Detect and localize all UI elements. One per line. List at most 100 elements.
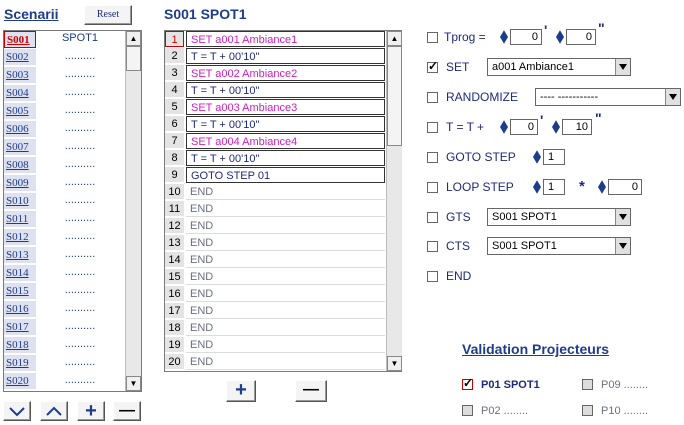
step-command[interactable]: T = T + 00'10"	[186, 150, 385, 166]
step-command[interactable]: T = T + 00'10"	[186, 82, 385, 98]
scroll-down-arrow-icon[interactable]: ▼	[126, 376, 141, 391]
scenario-row[interactable]: S019..........	[4, 355, 123, 372]
step-command[interactable]: END	[186, 320, 385, 336]
step-row[interactable]: 7 SET a004 Ambiance4	[165, 133, 385, 149]
scenario-name[interactable]: ..........	[37, 373, 123, 390]
spin-up-icon[interactable]	[500, 120, 508, 127]
scenario-code[interactable]: S001	[4, 31, 36, 48]
add-step-button[interactable]: +	[226, 380, 256, 402]
step-row[interactable]: 10 END	[165, 184, 385, 200]
scenario-name[interactable]: ..........	[37, 175, 123, 192]
step-row[interactable]: 15 END	[165, 269, 385, 285]
scenario-row[interactable]: S009..........	[4, 175, 123, 192]
loop-step-checkbox[interactable]	[427, 182, 438, 193]
scenario-code[interactable]: S017	[4, 319, 36, 336]
goto-step-spinner[interactable]	[533, 149, 541, 165]
scenario-row[interactable]: S001 SPOT1	[4, 31, 123, 48]
cts-checkbox[interactable]	[427, 241, 438, 252]
scenario-code[interactable]: S019	[4, 355, 36, 372]
step-command[interactable]: END	[186, 252, 385, 268]
reset-button[interactable]: Reset	[84, 5, 132, 25]
scenario-row[interactable]: S017..........	[4, 319, 123, 336]
scenario-name[interactable]: ..........	[37, 157, 123, 174]
step-command[interactable]: GOTO STEP 01	[186, 167, 385, 183]
remove-scenario-button[interactable]: —	[113, 401, 141, 421]
step-row[interactable]: 12 END	[165, 218, 385, 234]
scenario-name[interactable]: ..........	[37, 355, 123, 372]
step-command[interactable]: END	[186, 337, 385, 353]
scenario-row[interactable]: S014..........	[4, 265, 123, 282]
scenario-name[interactable]: ..........	[37, 85, 123, 102]
steps-list[interactable]: 1 SET a001 Ambiance1 2 T = T + 00'10" 3 SET a…	[164, 30, 402, 372]
scenario-code[interactable]: S012	[4, 229, 36, 246]
tprog-min-input[interactable]: 0	[510, 29, 542, 45]
scenario-row[interactable]: S005..........	[4, 103, 123, 120]
step-row[interactable]: 2T = T + 00'10"	[165, 48, 385, 64]
gts-checkbox[interactable]	[427, 212, 438, 223]
step-row[interactable]: 6T = T + 00'10"	[165, 116, 385, 132]
step-command[interactable]: SET a004 Ambiance4	[186, 133, 385, 149]
scenario-name[interactable]: ..........	[37, 283, 123, 300]
tprog-sec-input[interactable]: 0	[566, 29, 596, 45]
loop-times-input[interactable]: 0	[608, 179, 642, 195]
step-row[interactable]: 13 END	[165, 235, 385, 251]
set-ambiance-select[interactable]: a001 Ambiance1	[487, 58, 631, 76]
spin-down-icon[interactable]	[556, 37, 564, 44]
goto-step-checkbox[interactable]	[427, 152, 438, 163]
step-row[interactable]: 19 END	[165, 337, 385, 353]
scroll-up-arrow-icon[interactable]: ▲	[387, 31, 402, 46]
t-plus-sec-spinner[interactable]	[552, 119, 560, 135]
spin-up-icon[interactable]	[533, 180, 541, 187]
spin-down-icon[interactable]	[533, 187, 541, 194]
scroll-thumb[interactable]	[387, 46, 402, 146]
scenario-name[interactable]: ..........	[37, 211, 123, 228]
scenario-row[interactable]: S018..........	[4, 337, 123, 354]
step-row[interactable]: 1 SET a001 Ambiance1	[165, 31, 385, 47]
projector-p10-checkbox[interactable]	[582, 405, 593, 416]
step-row[interactable]: 5 SET a003 Ambiance3	[165, 99, 385, 115]
spin-down-icon[interactable]	[500, 37, 508, 44]
tprog-min-spinner[interactable]	[500, 29, 508, 45]
scenario-row[interactable]: S002..........	[4, 49, 123, 66]
end-checkbox[interactable]	[427, 271, 438, 282]
scenario-scrollbar[interactable]: ▲ ▼	[125, 31, 141, 391]
loop-step-input[interactable]: 1	[543, 179, 565, 195]
scenario-code[interactable]: S015	[4, 283, 36, 300]
step-row[interactable]: 17 END	[165, 303, 385, 319]
scenario-list[interactable]: S001 SPOT1 S002.......... S003.......... S00…	[3, 30, 142, 392]
scenario-row[interactable]: S016..........	[4, 301, 123, 318]
add-scenario-button[interactable]: +	[77, 401, 105, 421]
scenario-name[interactable]: ..........	[37, 67, 123, 84]
cts-select[interactable]: S001 SPOT1	[487, 237, 631, 255]
scroll-down-arrow-icon[interactable]: ▼	[387, 356, 402, 371]
spin-up-icon[interactable]	[598, 180, 606, 187]
spin-up-icon[interactable]	[552, 120, 560, 127]
step-command[interactable]: END	[186, 286, 385, 302]
move-down-button[interactable]	[3, 401, 31, 421]
t-plus-checkbox[interactable]	[427, 122, 438, 133]
scenario-name[interactable]: ..........	[37, 121, 123, 138]
scenario-code[interactable]: S020	[4, 373, 36, 390]
scroll-up-arrow-icon[interactable]: ▲	[126, 31, 141, 46]
scenario-row[interactable]: S013..........	[4, 247, 123, 264]
step-command[interactable]: END	[186, 218, 385, 234]
spin-down-icon[interactable]	[552, 127, 560, 134]
step-row[interactable]: 4T = T + 00'10"	[165, 82, 385, 98]
scenario-name[interactable]: ..........	[37, 193, 123, 210]
scenario-row[interactable]: S004..........	[4, 85, 123, 102]
step-command[interactable]: END	[186, 354, 385, 370]
chevron-down-icon[interactable]	[615, 209, 630, 225]
spin-up-icon[interactable]	[500, 30, 508, 37]
scenario-row[interactable]: S012..........	[4, 229, 123, 246]
spin-up-icon[interactable]	[556, 30, 564, 37]
chevron-down-icon[interactable]	[665, 89, 680, 105]
randomize-select[interactable]: ---- -----------	[535, 88, 681, 106]
scenario-name[interactable]: ..........	[37, 103, 123, 120]
goto-step-input[interactable]: 1	[543, 149, 565, 165]
step-command[interactable]: SET a002 Ambiance2	[186, 65, 385, 81]
scenario-name[interactable]: SPOT1	[37, 31, 123, 48]
scenario-row[interactable]: S011..........	[4, 211, 123, 228]
step-row[interactable]: 8T = T + 00'10"	[165, 150, 385, 166]
step-row[interactable]: 14 END	[165, 252, 385, 268]
scenario-row[interactable]: S010..........	[4, 193, 123, 210]
